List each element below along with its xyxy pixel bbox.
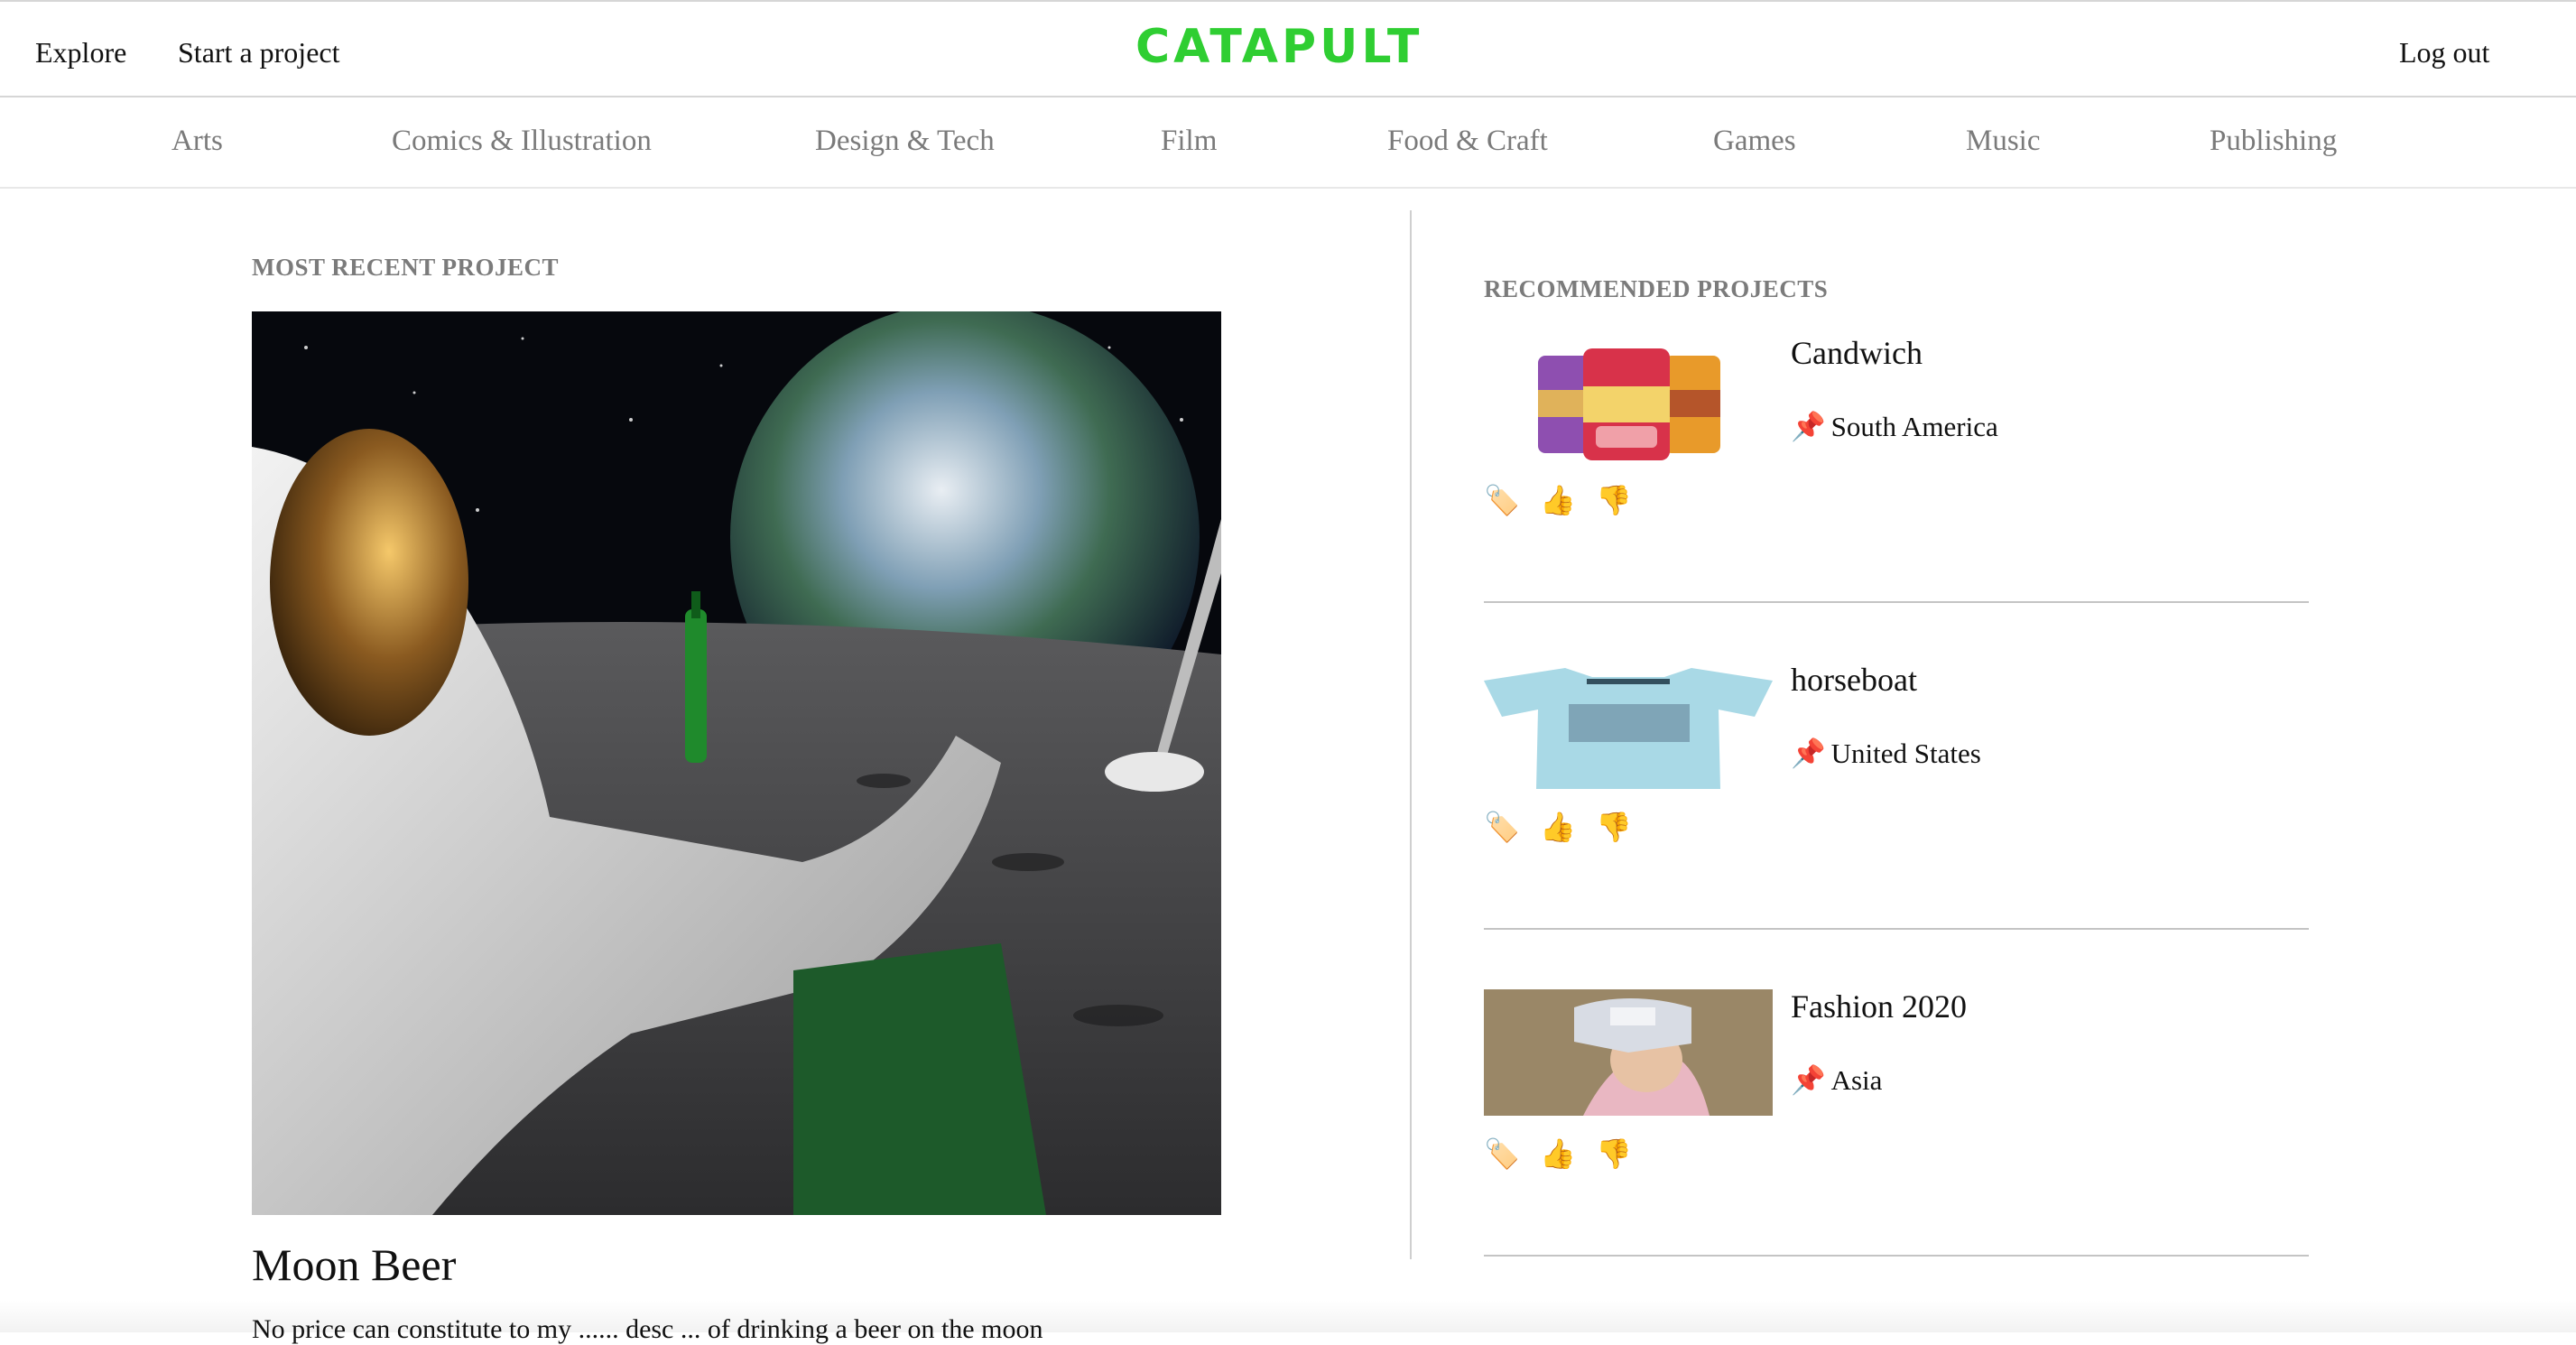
pin-icon: 📌 [1791,1064,1826,1096]
project-thumbnail-candwich[interactable] [1484,336,1773,462]
category-music[interactable]: Music [1966,125,2041,158]
card-divider [1484,1255,2309,1257]
thumbs-up-icon[interactable]: 👍 [1540,1136,1576,1172]
project-title-horseboat[interactable]: horseboat [1791,661,1917,699]
project-thumbnail-horseboat[interactable] [1484,663,1773,789]
category-comics-illustration[interactable]: Comics & Illustration [392,125,652,158]
category-film[interactable]: Film [1161,125,1217,158]
location-label: Asia [1830,1064,1883,1096]
category-design-tech[interactable]: Design & Tech [815,125,995,158]
location-label: United States [1830,737,1981,769]
tag-icon[interactable]: 🏷️ [1484,809,1520,845]
top-navigation-bar: Explore Start a project CATAPULT Log out [0,0,2576,97]
column-divider [1410,210,1412,1259]
recommended-card: Candwich 📌 South America 🏷️ 👍 👎 [1484,320,2309,646]
project-thumbnail-fashion-2020[interactable] [1484,989,1773,1116]
most-recent-project-description: No price can constitute to my ...... des… [252,1314,1043,1344]
category-publishing[interactable]: Publishing [2210,125,2337,158]
card-divider [1484,928,2309,930]
project-title-candwich[interactable]: Candwich [1791,334,1923,372]
recommended-heading: RECOMMENDED PROJECTS [1484,275,1829,302]
project-title-fashion-2020[interactable]: Fashion 2020 [1791,988,1967,1025]
location-label: South America [1830,411,1998,442]
most-recent-project-title[interactable]: Moon Beer [252,1238,456,1291]
recommended-card: horseboat 📌 United States 🏷️ 👍 👎 [1484,646,2309,973]
catapult-logo[interactable]: CATAPULT [1135,20,1422,74]
category-bar: Arts Comics & Illustration Design & Tech… [0,97,2576,189]
thumbs-up-icon[interactable]: 👍 [1540,482,1576,518]
project-location: 📌 Asia [1791,1063,1882,1097]
most-recent-project-image[interactable] [252,311,1221,1215]
project-location: 📌 United States [1791,737,1981,770]
start-project-link[interactable]: Start a project [178,36,339,70]
thumbs-up-icon[interactable]: 👍 [1540,809,1576,845]
category-games[interactable]: Games [1713,125,1796,158]
thumbs-down-icon[interactable]: 👎 [1596,482,1632,518]
thumbs-down-icon[interactable]: 👎 [1596,809,1632,845]
card-divider [1484,601,2309,603]
pin-icon: 📌 [1791,411,1826,442]
logout-link[interactable]: Log out [2399,36,2489,70]
category-food-craft[interactable]: Food & Craft [1387,125,1548,158]
tag-icon[interactable]: 🏷️ [1484,482,1520,518]
explore-link[interactable]: Explore [35,36,126,70]
project-location: 📌 South America [1791,410,1998,443]
category-arts[interactable]: Arts [171,125,223,158]
thumbs-down-icon[interactable]: 👎 [1596,1136,1632,1172]
recommended-card: Fashion 2020 📌 Asia 🏷️ 👍 👎 [1484,973,2309,1300]
tag-icon[interactable]: 🏷️ [1484,1136,1520,1172]
most-recent-heading: MOST RECENT PROJECT [252,254,560,281]
pin-icon: 📌 [1791,737,1826,769]
